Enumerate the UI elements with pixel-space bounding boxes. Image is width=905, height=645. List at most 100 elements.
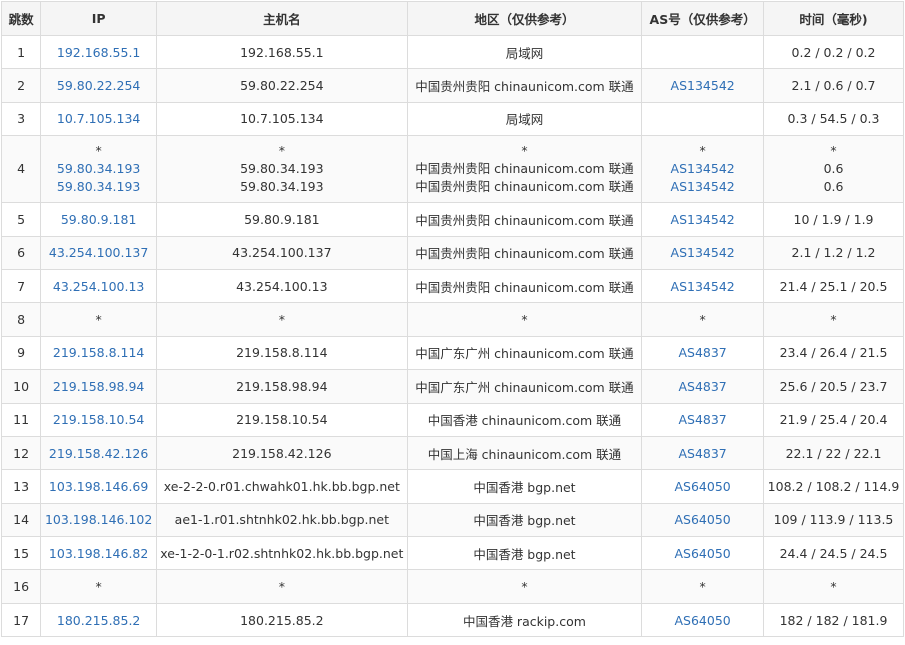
hostname-cell: 59.80.9.181 xyxy=(156,202,408,237)
time-cell: 2.1 / 0.6 / 0.7 xyxy=(763,68,904,103)
ip-cell[interactable]: 43.254.100.13 xyxy=(40,268,158,304)
table-header-row: 跳数 IP 主机名 地区（仅供参考） AS号（仅供参考） 时间（毫秒) xyxy=(0,1,904,36)
region-cell: 局域网 xyxy=(406,101,643,137)
hop-cell: 12 xyxy=(0,435,42,471)
header-as: AS号（仅供参考） xyxy=(641,1,765,36)
ip-link[interactable]: 59.80.34.193 xyxy=(43,178,154,196)
hostname-cell: 180.215.85.2 xyxy=(156,602,408,638)
time-cell: 10 / 1.9 / 1.9 xyxy=(763,202,904,237)
region-cell: 中国香港 chinaunicom.com 联通 xyxy=(406,402,643,437)
hostname-cell: * xyxy=(156,302,408,337)
hostname-cell: 219.158.10.54 xyxy=(156,402,408,437)
ip-cell[interactable]: 219.158.10.54 xyxy=(40,402,158,437)
ip-cell[interactable]: 103.198.146.82 xyxy=(40,536,158,571)
hostname-cell: ae1-1.r01.shtnhk02.hk.bb.bgp.net xyxy=(156,502,408,538)
table-row: 3 10.7.105.134 10.7.105.134 局域网 0.3 / 54.5 /… xyxy=(0,101,904,137)
ip-line: * xyxy=(95,143,102,159)
region-cell: 中国香港 rackip.com xyxy=(406,602,643,638)
ip-cell[interactable]: 59.80.22.254 xyxy=(40,68,158,103)
hop-cell: 17 xyxy=(0,602,42,638)
region-line: * xyxy=(521,143,528,159)
time-cell: 23.4 / 26.4 / 21.5 xyxy=(763,335,904,371)
hop-cell: 11 xyxy=(0,402,42,437)
ip-cell: * 59.80.34.193 59.80.34.193 xyxy=(40,135,158,204)
region-line: 中国贵州贵阳 chinaunicom.com 联通 xyxy=(415,179,634,195)
as-cell[interactable]: AS134542 xyxy=(641,235,765,270)
hop-cell: 15 xyxy=(0,536,42,571)
region-cell: 局域网 xyxy=(406,34,643,70)
hop-cell: 1 xyxy=(0,34,42,70)
hostname-cell: * 59.80.34.193 59.80.34.193 xyxy=(156,135,408,204)
ip-cell[interactable]: 59.80.9.181 xyxy=(40,202,158,237)
region-cell: * xyxy=(406,302,643,337)
as-cell[interactable]: AS4837 xyxy=(641,335,765,371)
table-row: 6 43.254.100.137 43.254.100.137 中国贵州贵阳 chin… xyxy=(0,235,904,270)
time-cell: 182 / 182 / 181.9 xyxy=(763,602,904,638)
hop-cell: 6 xyxy=(0,235,42,270)
host-line: * xyxy=(278,143,285,159)
header-ip: IP xyxy=(40,1,158,36)
time-cell: 109 / 113.9 / 113.5 xyxy=(763,502,904,538)
ip-cell[interactable]: 219.158.98.94 xyxy=(40,369,158,404)
region-cell: 中国香港 bgp.net xyxy=(406,536,643,571)
time-cell: 24.4 / 24.5 / 24.5 xyxy=(763,536,904,571)
as-cell[interactable]: AS134542 xyxy=(641,268,765,304)
as-cell[interactable]: AS134542 xyxy=(641,68,765,103)
table-row: 8 * * * * * xyxy=(0,302,904,337)
hop-cell: 3 xyxy=(0,101,42,137)
hostname-cell: 192.168.55.1 xyxy=(156,34,408,70)
as-line: * xyxy=(699,143,706,159)
region-cell: 中国贵州贵阳 chinaunicom.com 联通 xyxy=(406,235,643,270)
header-region: 地区（仅供参考） xyxy=(406,1,643,36)
hop-cell: 9 xyxy=(0,335,42,371)
hostname-cell: 43.254.100.13 xyxy=(156,268,408,304)
time-cell: 22.1 / 22 / 22.1 xyxy=(763,435,904,471)
time-line: 0.6 xyxy=(823,179,844,195)
hop-cell: 16 xyxy=(0,569,42,604)
as-link[interactable]: AS134542 xyxy=(644,160,761,178)
as-cell[interactable]: AS64050 xyxy=(641,602,765,638)
hop-cell: 13 xyxy=(0,469,42,504)
region-cell: 中国香港 bgp.net xyxy=(406,469,643,504)
region-cell: 中国广东广州 chinaunicom.com 联通 xyxy=(406,369,643,404)
as-cell[interactable]: AS4837 xyxy=(641,435,765,471)
table-row: 12 219.158.42.126 219.158.42.126 中国上海 china… xyxy=(0,435,904,471)
ip-cell[interactable]: 43.254.100.137 xyxy=(40,235,158,270)
as-cell xyxy=(641,34,765,70)
region-line: 中国贵州贵阳 chinaunicom.com 联通 xyxy=(415,161,634,177)
time-cell: * 0.6 0.6 xyxy=(763,135,904,204)
time-cell: * xyxy=(763,302,904,337)
table-row: 4 * 59.80.34.193 59.80.34.193 * 59.80.34.193 5… xyxy=(0,135,904,204)
hop-cell: 14 xyxy=(0,502,42,538)
time-line: * xyxy=(830,143,837,159)
header-time: 时间（毫秒) xyxy=(763,1,904,36)
as-cell[interactable]: AS64050 xyxy=(641,502,765,538)
as-cell[interactable]: AS4837 xyxy=(641,369,765,404)
ip-cell[interactable]: 219.158.8.114 xyxy=(40,335,158,371)
table-row: 13 103.198.146.69 xe-2-2-0.r01.chwahk01.hk… xyxy=(0,469,904,504)
as-cell: * xyxy=(641,569,765,604)
hostname-cell: xe-2-2-0.r01.chwahk01.hk.bb.bgp.net xyxy=(156,469,408,504)
as-cell[interactable]: AS64050 xyxy=(641,536,765,571)
region-cell: 中国上海 chinaunicom.com 联通 xyxy=(406,435,643,471)
as-link[interactable]: AS134542 xyxy=(644,178,761,196)
as-cell[interactable]: AS64050 xyxy=(641,469,765,504)
hostname-cell: 59.80.22.254 xyxy=(156,68,408,103)
as-cell[interactable]: AS4837 xyxy=(641,402,765,437)
ip-cell[interactable]: 103.198.146.69 xyxy=(40,469,158,504)
ip-cell[interactable]: 219.158.42.126 xyxy=(40,435,158,471)
hostname-cell: 43.254.100.137 xyxy=(156,235,408,270)
as-cell[interactable]: AS134542 xyxy=(641,202,765,237)
ip-cell[interactable]: 180.215.85.2 xyxy=(40,602,158,638)
as-cell: * AS134542 AS134542 xyxy=(641,135,765,204)
ip-cell[interactable]: 192.168.55.1 xyxy=(40,34,158,70)
region-cell: 中国贵州贵阳 chinaunicom.com 联通 xyxy=(406,68,643,103)
ip-cell[interactable]: 10.7.105.134 xyxy=(40,101,158,137)
region-cell: 中国贵州贵阳 chinaunicom.com 联通 xyxy=(406,268,643,304)
ip-link[interactable]: 59.80.34.193 xyxy=(43,160,154,178)
table-row: 14 103.198.146.102 ae1-1.r01.shtnhk02.hk.b… xyxy=(0,502,904,538)
ip-cell[interactable]: 103.198.146.102 xyxy=(40,502,158,538)
time-cell: 0.3 / 54.5 / 0.3 xyxy=(763,101,904,137)
as-cell: * xyxy=(641,302,765,337)
hostname-cell: 10.7.105.134 xyxy=(156,101,408,137)
